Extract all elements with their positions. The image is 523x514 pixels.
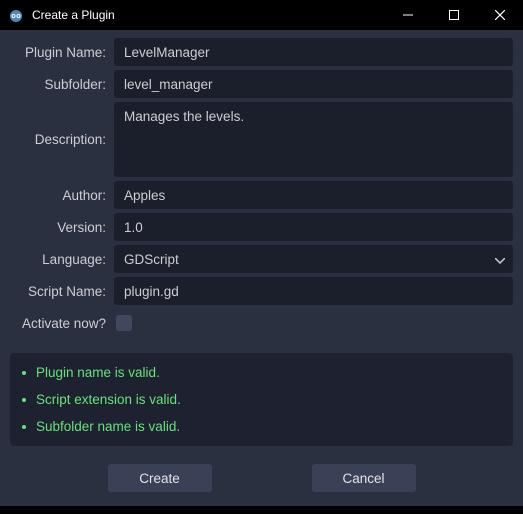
validation-panel: Plugin name is valid. Script extension i… xyxy=(10,353,513,446)
validation-item: Subfolder name is valid. xyxy=(20,419,503,434)
select-language-value[interactable] xyxy=(114,245,513,273)
label-author: Author: xyxy=(10,188,106,203)
row-plugin-name: Plugin Name: xyxy=(10,38,513,66)
bullet-icon xyxy=(22,398,26,402)
row-version: Version: xyxy=(10,213,513,241)
validation-item: Script extension is valid. xyxy=(20,392,503,407)
row-activate: Activate now? xyxy=(10,309,513,337)
label-subfolder: Subfolder: xyxy=(10,77,106,92)
checkbox-activate[interactable] xyxy=(116,315,132,331)
validation-text: Subfolder name is valid. xyxy=(36,419,180,434)
label-version: Version: xyxy=(10,220,106,235)
input-plugin-name[interactable] xyxy=(114,38,513,66)
validation-item: Plugin name is valid. xyxy=(20,365,503,380)
input-script-name[interactable] xyxy=(114,277,513,305)
label-description: Description: xyxy=(10,132,106,147)
label-script-name: Script Name: xyxy=(10,284,106,299)
validation-text: Script extension is valid. xyxy=(36,392,181,407)
dialog-content: Plugin Name: Subfolder: Description: Aut… xyxy=(0,30,523,514)
close-button[interactable] xyxy=(477,0,523,30)
bullet-icon xyxy=(22,425,26,429)
titlebar: Create a Plugin xyxy=(0,0,523,30)
window-title: Create a Plugin xyxy=(32,8,385,22)
input-author[interactable] xyxy=(114,181,513,209)
dialog-window: Create a Plugin Plugin Name: Subfolder: … xyxy=(0,0,523,506)
validation-text: Plugin name is valid. xyxy=(36,365,160,380)
cancel-button[interactable]: Cancel xyxy=(312,464,416,492)
create-button[interactable]: Create xyxy=(108,464,212,492)
dialog-buttons: Create Cancel xyxy=(10,450,513,504)
bullet-icon xyxy=(22,371,26,375)
minimize-button[interactable] xyxy=(385,0,431,30)
window-controls xyxy=(385,0,523,30)
label-activate: Activate now? xyxy=(10,316,106,331)
row-script-name: Script Name: xyxy=(10,277,513,305)
row-language: Language: xyxy=(10,245,513,273)
label-plugin-name: Plugin Name: xyxy=(10,45,106,60)
row-description: Description: xyxy=(10,102,513,177)
maximize-button[interactable] xyxy=(431,0,477,30)
row-author: Author: xyxy=(10,181,513,209)
row-subfolder: Subfolder: xyxy=(10,70,513,98)
input-subfolder[interactable] xyxy=(114,70,513,98)
select-language[interactable] xyxy=(114,245,513,273)
label-language: Language: xyxy=(10,252,106,267)
godot-icon xyxy=(8,7,24,23)
input-description[interactable] xyxy=(114,102,513,177)
input-version[interactable] xyxy=(114,213,513,241)
